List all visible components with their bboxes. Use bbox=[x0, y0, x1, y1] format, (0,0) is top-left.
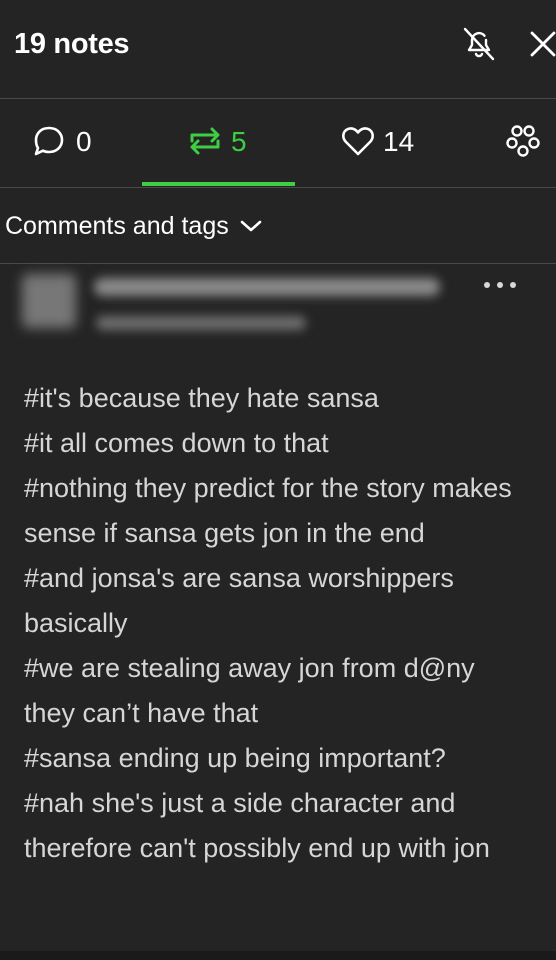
more-dot bbox=[497, 282, 503, 288]
tag[interactable]: #and jonsa's are sansa worshippers basic… bbox=[24, 556, 524, 646]
avatar[interactable] bbox=[22, 274, 76, 328]
more-options-button[interactable] bbox=[482, 272, 522, 296]
reblog-icon bbox=[190, 127, 220, 155]
chevron-down-icon bbox=[240, 220, 262, 232]
blurred-username bbox=[94, 278, 440, 296]
more-dot bbox=[510, 282, 516, 288]
active-tab-indicator bbox=[142, 182, 295, 186]
tab-community[interactable] bbox=[502, 99, 548, 187]
tab-comments[interactable]: 0 bbox=[28, 99, 128, 187]
tag[interactable]: #it's because they hate sansa bbox=[24, 376, 524, 421]
heart-icon bbox=[342, 127, 374, 156]
community-icon bbox=[506, 125, 540, 157]
filter-label: Comments and tags bbox=[5, 211, 229, 240]
note-tags: #it's because they hate sansa #it all co… bbox=[24, 376, 524, 871]
tab-reblogs[interactable]: 5 bbox=[186, 99, 286, 187]
blurred-subtitle bbox=[96, 316, 306, 330]
notes-header: 19 notes bbox=[0, 0, 556, 99]
comments-count: 0 bbox=[76, 126, 92, 157]
tag[interactable]: #nothing they predict for the story make… bbox=[24, 466, 524, 556]
bottom-edge bbox=[0, 951, 556, 960]
tag[interactable]: #it all comes down to that bbox=[24, 421, 524, 466]
reblogs-count: 5 bbox=[231, 126, 247, 157]
more-dot bbox=[484, 282, 490, 288]
tag[interactable]: #nah she's just a side character and the… bbox=[24, 781, 524, 871]
comment-icon bbox=[34, 126, 64, 156]
likes-count: 14 bbox=[383, 126, 415, 157]
comments-and-tags-filter[interactable]: Comments and tags bbox=[5, 210, 263, 242]
close-icon[interactable] bbox=[528, 29, 556, 64]
section-divider bbox=[0, 263, 556, 264]
tab-likes[interactable]: 14 bbox=[340, 99, 440, 187]
bell-slash-icon[interactable] bbox=[461, 26, 497, 67]
notes-tabs: 0 5 14 bbox=[0, 99, 556, 188]
notes-title: 19 notes bbox=[14, 28, 130, 60]
tag[interactable]: #we are stealing away jon from d@ny they… bbox=[24, 646, 524, 736]
tag[interactable]: #sansa ending up being important? bbox=[24, 736, 524, 781]
